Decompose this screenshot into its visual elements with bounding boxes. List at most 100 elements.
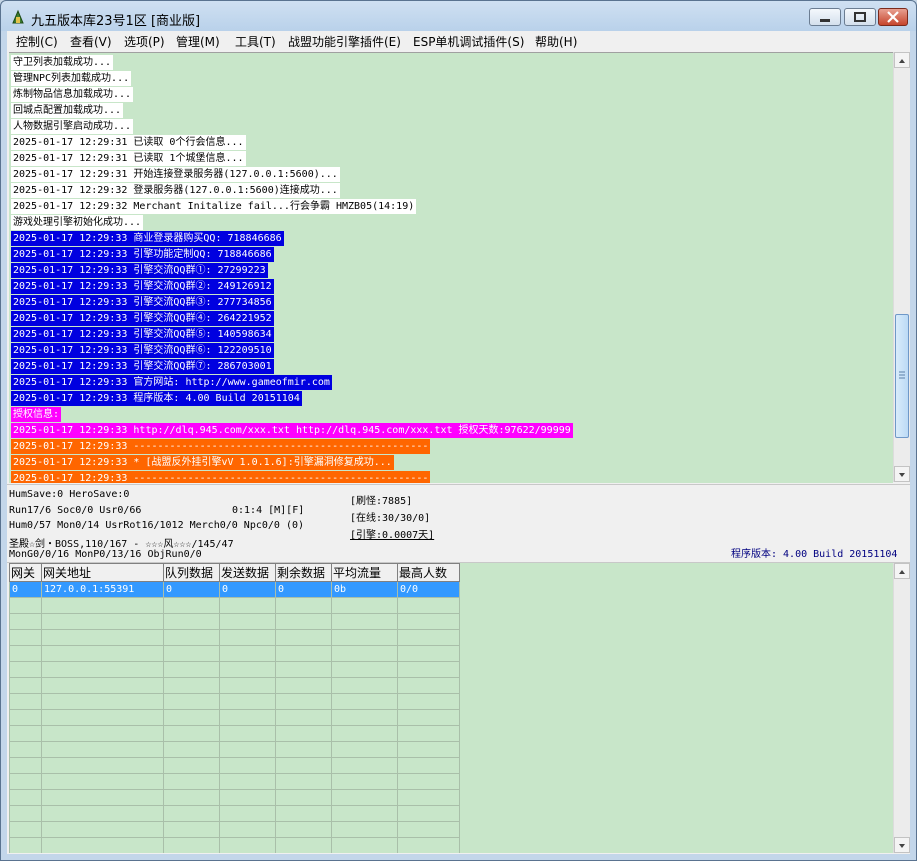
table-cell bbox=[397, 725, 460, 742]
table-cell bbox=[219, 837, 276, 853]
column-header[interactable]: 网关 bbox=[9, 563, 42, 582]
scroll-up-arrow[interactable] bbox=[894, 52, 910, 68]
log-line: 2025-01-17 12:29:33 引擎交流QQ群③: 277734856 bbox=[11, 295, 274, 310]
table-cell bbox=[41, 597, 164, 614]
menu-view[interactable]: 查看(V) bbox=[70, 33, 112, 50]
table-cell bbox=[41, 837, 164, 853]
table-cell bbox=[219, 677, 276, 694]
table-cell bbox=[219, 597, 276, 614]
menu-manage[interactable]: 管理(M) bbox=[176, 33, 220, 50]
column-header[interactable]: 网关地址 bbox=[41, 563, 164, 582]
title-bar[interactable]: 九五版本库23号1区 [商业版] bbox=[1, 1, 916, 31]
table-cell bbox=[331, 693, 398, 710]
menu-engine-plugin[interactable]: 战盟功能引擎插件(E) bbox=[288, 33, 401, 50]
menu-help[interactable]: 帮助(H) bbox=[535, 33, 577, 50]
table-cell bbox=[163, 677, 220, 694]
table-row[interactable] bbox=[9, 741, 460, 758]
arrow-up-icon bbox=[899, 570, 905, 574]
table-row[interactable] bbox=[9, 773, 460, 790]
maximize-button[interactable] bbox=[844, 8, 876, 26]
log-line: 2025-01-17 12:29:33 引擎交流QQ群④: 264221952 bbox=[11, 311, 274, 326]
table-cell bbox=[275, 805, 332, 822]
log-line: 守卫列表加载成功... bbox=[11, 55, 114, 70]
table-cell bbox=[331, 789, 398, 806]
table-cell bbox=[9, 629, 42, 646]
grid-scrollbar[interactable] bbox=[893, 563, 910, 853]
engine-label[interactable]: [引擎:0.0007天] bbox=[350, 526, 434, 541]
log-line: 2025-01-17 12:29:33 * [战盟反外挂引擎vV 1.0.1.6… bbox=[11, 455, 394, 470]
table-row[interactable] bbox=[9, 821, 460, 838]
table-cell bbox=[219, 789, 276, 806]
log-panel[interactable]: 守卫列表加载成功... 管理NPC列表加载成功... 炼制物品信息加载成功... 回城… bbox=[9, 52, 893, 483]
grid-scroll-down-arrow[interactable] bbox=[894, 837, 910, 853]
table-cell bbox=[397, 757, 460, 774]
log-line: 2025-01-17 12:29:33 引擎交流QQ群①: 27299223 bbox=[11, 263, 268, 278]
menu-options[interactable]: 选项(P) bbox=[124, 33, 165, 50]
table-cell bbox=[9, 837, 42, 853]
table-row[interactable] bbox=[9, 725, 460, 742]
menu-control[interactable]: 控制(C) bbox=[16, 33, 58, 50]
log-line: 2025-01-17 12:29:31 已读取 0个行会信息... bbox=[11, 135, 246, 150]
table-cell bbox=[163, 693, 220, 710]
scroll-down-arrow[interactable] bbox=[894, 466, 910, 482]
scroll-thumb[interactable] bbox=[895, 314, 909, 438]
table-cell bbox=[397, 773, 460, 790]
client-area: 守卫列表加载成功... 管理NPC列表加载成功... 炼制物品信息加载成功... 回城… bbox=[7, 51, 910, 854]
table-row[interactable] bbox=[9, 661, 460, 678]
status-counts: Hum0/57 Mon0/14 UsrRot16/1012 Merch0/0 N… bbox=[9, 520, 305, 531]
table-row[interactable] bbox=[9, 629, 460, 646]
table-cell bbox=[275, 629, 332, 646]
column-header[interactable]: 平均流量 bbox=[331, 563, 398, 582]
minimize-button[interactable] bbox=[809, 8, 841, 26]
table-cell bbox=[219, 613, 276, 630]
log-line: 2025-01-17 12:29:33 http://dlq.945.com/x… bbox=[11, 423, 573, 438]
table-cell bbox=[275, 821, 332, 838]
table-row[interactable] bbox=[9, 693, 460, 710]
log-line: 人物数据引擎启动成功... bbox=[11, 119, 134, 134]
column-header[interactable]: 发送数据 bbox=[219, 563, 276, 582]
table-cell bbox=[41, 789, 164, 806]
table-row[interactable]: 0 127.0.0.1:55391 0 0 0 0b 0/0 bbox=[9, 581, 460, 598]
table-row[interactable] bbox=[9, 613, 460, 630]
table-cell bbox=[219, 661, 276, 678]
table-cell: 0 bbox=[9, 581, 42, 598]
table-row[interactable] bbox=[9, 757, 460, 774]
table-cell bbox=[163, 709, 220, 726]
gateway-grid[interactable]: 网关 网关地址 队列数据 发送数据 剩余数据 平均流量 最高人数 0 127.0.0.1:55… bbox=[9, 563, 893, 853]
table-row[interactable] bbox=[9, 789, 460, 806]
table-cell bbox=[219, 773, 276, 790]
table-cell bbox=[219, 725, 276, 742]
table-cell bbox=[397, 629, 460, 646]
close-button[interactable] bbox=[878, 8, 908, 26]
table-cell bbox=[9, 789, 42, 806]
table-cell bbox=[41, 805, 164, 822]
status-panel: HumSave:0 HeroSave:0 Run17/6 Soc0/0 Usr0… bbox=[7, 484, 910, 563]
table-cell bbox=[9, 709, 42, 726]
column-header[interactable]: 剩余数据 bbox=[275, 563, 332, 582]
status-mon: MonG0/0/16 MonP0/13/16 ObjRun0/0 bbox=[9, 549, 202, 560]
column-header[interactable]: 队列数据 bbox=[163, 563, 220, 582]
arrow-down-icon bbox=[899, 844, 905, 848]
table-cell bbox=[41, 709, 164, 726]
table-row[interactable] bbox=[9, 805, 460, 822]
table-row[interactable] bbox=[9, 709, 460, 726]
status-boss: 圣殿☆剑・BOSS,110/167 - ☆☆☆风☆☆☆/145/47 bbox=[9, 539, 234, 550]
log-scrollbar[interactable] bbox=[893, 52, 910, 482]
table-row[interactable] bbox=[9, 597, 460, 614]
maximize-icon bbox=[854, 12, 866, 22]
menu-tools[interactable]: 工具(T) bbox=[235, 33, 276, 50]
table-cell bbox=[331, 677, 398, 694]
table-row[interactable] bbox=[9, 837, 460, 853]
log-line: 游戏处理引擎初始化成功... bbox=[11, 215, 144, 230]
column-header[interactable]: 最高人数 bbox=[397, 563, 460, 582]
table-row[interactable] bbox=[9, 677, 460, 694]
table-cell bbox=[9, 645, 42, 662]
table-cell bbox=[163, 597, 220, 614]
table-cell bbox=[219, 821, 276, 838]
table-cell bbox=[331, 741, 398, 758]
menu-esp-debug-plugin[interactable]: ESP单机调试插件(S) bbox=[413, 33, 524, 50]
table-cell: 0/0 bbox=[397, 581, 460, 598]
log-line: 授权信息: bbox=[11, 407, 62, 422]
grid-scroll-up-arrow[interactable] bbox=[894, 563, 910, 579]
table-row[interactable] bbox=[9, 645, 460, 662]
